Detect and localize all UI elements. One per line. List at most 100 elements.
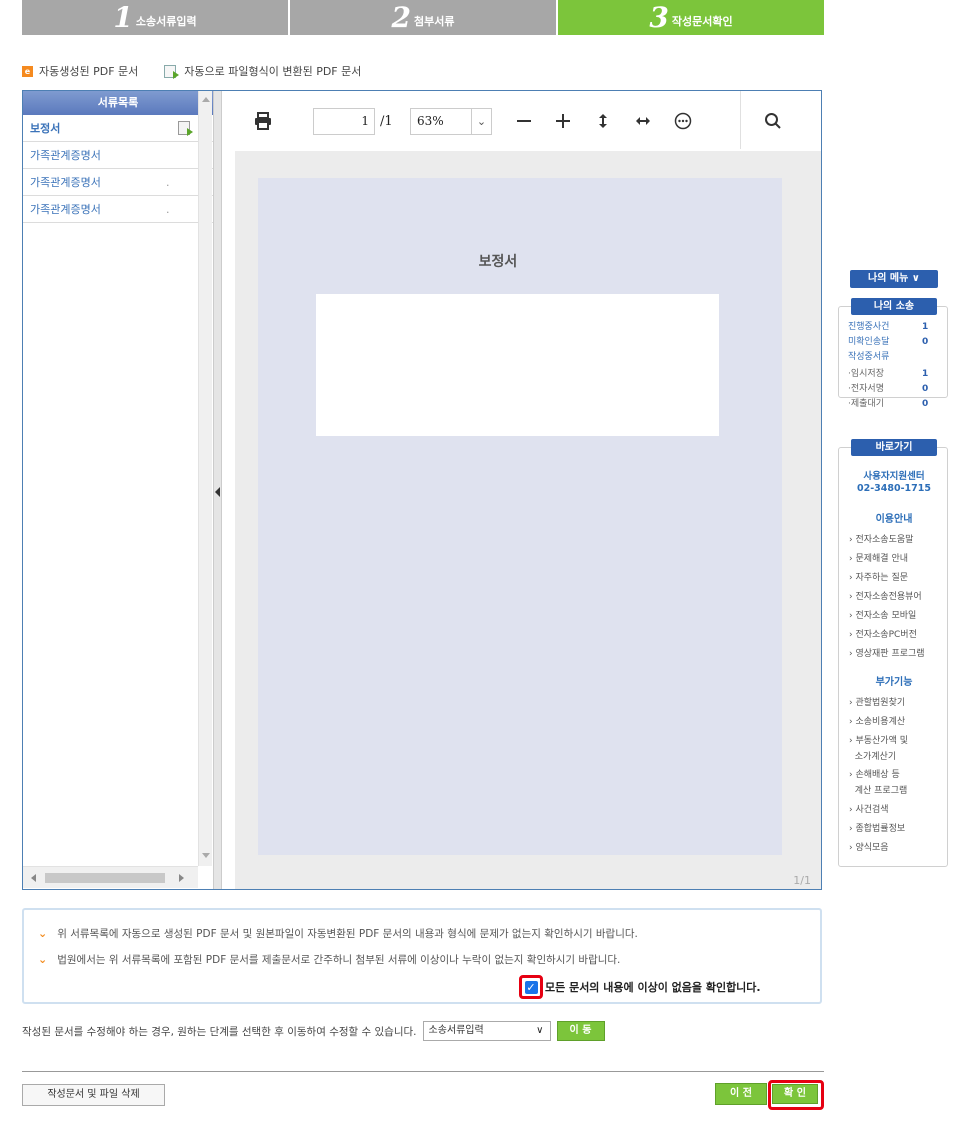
- chevron-down-icon: ⌄: [471, 109, 491, 134]
- document-item-label: 보정서: [30, 122, 61, 135]
- my-suit-row-label[interactable]: ·임시저장: [848, 367, 884, 382]
- document-list-horizontal-scrollbar[interactable]: [23, 866, 198, 888]
- zoom-in-button[interactable]: [551, 109, 575, 133]
- move-step-text: 작성된 문서를 수정해야 하는 경우, 원하는 단계를 선택한 후 이동하여 수…: [22, 1025, 417, 1038]
- my-suit-row-label[interactable]: ·제출대기: [848, 397, 884, 412]
- extra-link[interactable]: › 종합법률정보: [849, 822, 905, 836]
- scroll-right-icon[interactable]: [179, 874, 184, 882]
- extra-link[interactable]: 계산 프로그램: [849, 784, 908, 798]
- notice-line-1: ⌄ 위 서류목록에 자동으로 생성된 PDF 문서 및 원본파일이 자동변환된 …: [38, 926, 638, 941]
- converted-pdf-icon: [178, 121, 193, 136]
- toolbar-divider: [740, 91, 741, 149]
- my-suit-title: 나의 소송: [851, 298, 937, 315]
- previous-button[interactable]: 이 전: [715, 1083, 767, 1105]
- extra-link[interactable]: › 소송비용계산: [849, 715, 905, 729]
- extra-link[interactable]: › 손해배상 등: [849, 768, 900, 782]
- fit-height-button[interactable]: [591, 109, 615, 133]
- my-suit-row-label[interactable]: 진행중사건: [848, 320, 889, 335]
- document-list-header: 서류목록: [23, 91, 213, 115]
- extra-link[interactable]: › 양식모음: [849, 841, 889, 855]
- minus-icon: [517, 120, 531, 122]
- step-1: 1 소송서류입력: [22, 0, 290, 35]
- scroll-down-icon[interactable]: [202, 853, 210, 858]
- extra-link[interactable]: › 관할법원찾기: [849, 696, 905, 710]
- step-1-number: 1: [113, 1, 133, 34]
- step-3: 3 작성문서확인: [558, 0, 824, 35]
- fit-height-icon: [599, 114, 607, 128]
- document-item-correction[interactable]: 보정서: [23, 115, 213, 142]
- my-suit-row-label[interactable]: ·전자서명: [848, 382, 884, 397]
- move-step-select-value: 소송서류입력: [428, 1025, 484, 1036]
- more-options-button[interactable]: [671, 109, 695, 133]
- guide-link[interactable]: › 전자소송도움말: [849, 533, 913, 547]
- pdf-canvas[interactable]: 보정서 1/1: [235, 151, 821, 889]
- scroll-left-icon[interactable]: [31, 874, 36, 882]
- confirm-button[interactable]: 확 인: [772, 1084, 818, 1104]
- guide-link[interactable]: › 영상재판 프로그램: [849, 647, 925, 661]
- confirm-checkbox-row[interactable]: ✓ 모든 문서의 내용에 이상이 없음을 확인합니다.: [519, 975, 761, 999]
- step-3-label: 작성문서확인: [671, 14, 733, 28]
- zoom-value: 63%: [417, 114, 444, 128]
- my-suit-row-value[interactable]: 0: [922, 335, 928, 350]
- extra-link[interactable]: › 사건검색: [849, 803, 889, 817]
- document-list: 서류목록 보정서 가족관계증명서 가족관계증명서 . 가족관계증명서 .: [23, 91, 214, 889]
- guide-link[interactable]: › 문제해결 안내: [849, 552, 908, 566]
- step-3-number: 3: [649, 1, 669, 34]
- fit-width-icon: [636, 117, 650, 125]
- document-item-family-cert-1[interactable]: 가족관계증명서: [23, 142, 213, 169]
- document-item-mark: .: [166, 203, 170, 216]
- plus-icon: [556, 114, 570, 128]
- extra-link[interactable]: 소가계산기: [849, 750, 896, 764]
- document-list-vertical-scrollbar[interactable]: [198, 91, 212, 866]
- my-suit-row-label[interactable]: 미확인송달: [848, 335, 889, 350]
- chevron-down-icon: ∨: [536, 1025, 544, 1036]
- guide-heading: 이용안내: [875, 514, 913, 525]
- guide-link[interactable]: › 전자소송전용뷰어: [849, 590, 922, 604]
- scroll-thumb[interactable]: [45, 873, 165, 883]
- confirm-checkbox[interactable]: ✓: [524, 980, 538, 994]
- my-suit-row-label[interactable]: 작성중서류: [848, 350, 889, 365]
- my-suit-row-value[interactable]: 0: [922, 397, 928, 412]
- step-bar: 1 소송서류입력 2 첨부서류 3 작성문서확인: [22, 0, 824, 35]
- footer-divider: [22, 1071, 824, 1072]
- move-step-select[interactable]: 소송서류입력 ∨: [422, 1021, 551, 1041]
- zoom-out-button[interactable]: [512, 109, 536, 133]
- panel-splitter[interactable]: [214, 91, 222, 889]
- document-item-mark: .: [166, 176, 170, 189]
- confirm-checkbox-label[interactable]: 모든 문서의 내용에 이상이 없음을 확인합니다.: [545, 979, 761, 995]
- step-2-number: 2: [391, 1, 411, 34]
- page-count: 1/1: [793, 874, 811, 887]
- confirm-checkbox-highlight[interactable]: ✓: [519, 975, 543, 999]
- my-suit-row-value[interactable]: 1: [922, 367, 928, 382]
- pdf-viewer: 1 /1 63% ⌄ 보정서 1/1: [235, 91, 821, 889]
- print-icon: [255, 112, 271, 130]
- guide-link[interactable]: › 전자소송PC버전: [849, 628, 917, 642]
- page-total: /1: [380, 114, 393, 129]
- fit-width-button[interactable]: [631, 109, 655, 133]
- collapse-left-icon[interactable]: [215, 487, 220, 497]
- support-center-phone: 02-3480-1715: [857, 483, 931, 494]
- my-suit-row-value[interactable]: 0: [922, 382, 928, 397]
- notice-line-2: ⌄ 법원에서는 위 서류목록에 포함된 PDF 문서를 제출문서로 간주하니 첨…: [38, 952, 620, 967]
- search-button[interactable]: [761, 109, 785, 133]
- my-suit-row-value[interactable]: 1: [922, 320, 928, 335]
- delete-documents-button[interactable]: 작성문서 및 파일 삭제: [22, 1084, 165, 1106]
- confirm-button-highlight: 확 인: [768, 1080, 824, 1110]
- my-menu-button[interactable]: 나의 메뉴 ∨: [850, 270, 938, 288]
- legend-converted-pdf-label: 자동으로 파일형식이 변환된 PDF 문서: [184, 65, 362, 78]
- guide-link[interactable]: › 전자소송 모바일: [849, 609, 916, 623]
- move-button[interactable]: 이 동: [556, 1021, 605, 1041]
- document-item-family-cert-2[interactable]: 가족관계증명서 .: [23, 169, 213, 196]
- support-center-name[interactable]: 사용자지원센터: [839, 468, 949, 482]
- guide-link[interactable]: › 자주하는 질문: [849, 571, 908, 585]
- scroll-up-icon[interactable]: [202, 97, 210, 102]
- shortcut-title: 바로가기: [851, 439, 937, 456]
- zoom-select[interactable]: 63% ⌄: [410, 108, 492, 135]
- step-2: 2 첨부서류: [290, 0, 558, 35]
- move-step-row: 작성된 문서를 수정해야 하는 경우, 원하는 단계를 선택한 후 이동하여 수…: [22, 1021, 605, 1041]
- document-item-family-cert-3[interactable]: 가족관계증명서 .: [23, 196, 213, 223]
- extra-link[interactable]: › 부동산가액 및: [849, 734, 908, 748]
- legend: e 자동생성된 PDF 문서 자동으로 파일형식이 변환된 PDF 문서: [22, 63, 361, 79]
- print-button[interactable]: [251, 109, 275, 133]
- page-number-input[interactable]: 1: [313, 108, 375, 135]
